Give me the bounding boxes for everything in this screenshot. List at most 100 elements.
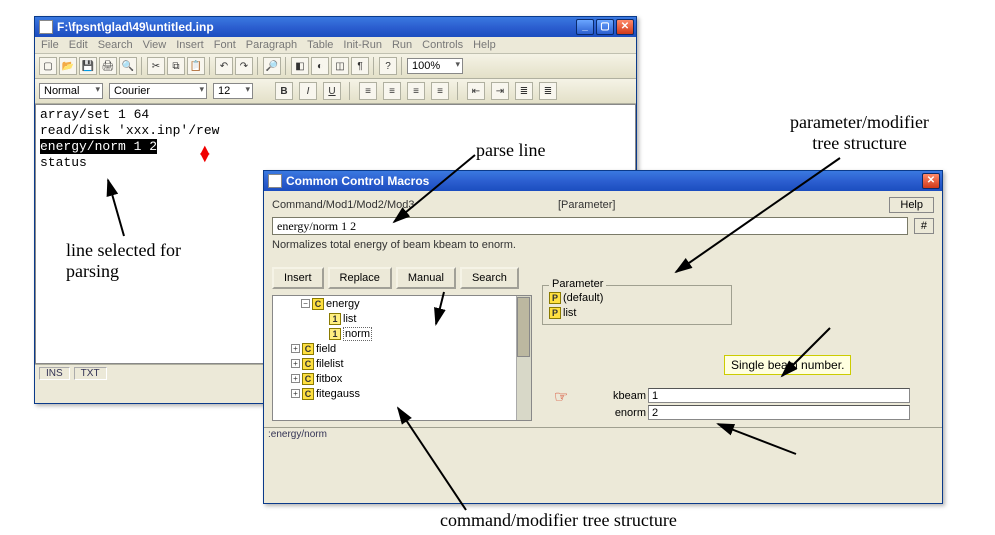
hash-button[interactable]: #	[914, 218, 934, 234]
align-justify-icon[interactable]: ≡	[431, 82, 449, 100]
menu-insert[interactable]: Insert	[176, 39, 204, 51]
align-right-icon[interactable]: ≡	[407, 82, 425, 100]
paste-icon[interactable]: 📋	[187, 57, 205, 75]
tree-node[interactable]: field	[316, 343, 336, 355]
maximize-button[interactable]: ▢	[596, 19, 614, 35]
close-button[interactable]: ✕	[616, 19, 634, 35]
separator	[349, 82, 351, 100]
italic-button[interactable]: I	[299, 82, 317, 100]
tree-node[interactable]: energy	[326, 298, 360, 310]
kbeam-input[interactable]	[648, 388, 910, 403]
tool4-icon[interactable]: ¶	[351, 57, 369, 75]
menu-table[interactable]: Table	[307, 39, 333, 51]
command-icon: C	[302, 373, 314, 385]
param-node[interactable]: list	[563, 307, 576, 319]
pointer-hand-icon: ☞	[554, 387, 568, 407]
minimize-button[interactable]: _	[576, 19, 594, 35]
expand-icon[interactable]: +	[291, 389, 300, 398]
app-icon	[39, 20, 53, 34]
menu-help[interactable]: Help	[473, 39, 496, 51]
find-icon[interactable]: 🔎	[263, 57, 281, 75]
print-icon[interactable]: 🖨	[99, 57, 117, 75]
copy-icon[interactable]: ⧉	[167, 57, 185, 75]
macros-title: Common Control Macros	[286, 174, 429, 188]
align-center-icon[interactable]: ≡	[383, 82, 401, 100]
save-icon[interactable]: 💾	[79, 57, 97, 75]
editor-titlebar[interactable]: F:\fpsnt\glad\49\untitled.inp _ ▢ ✕	[35, 17, 636, 37]
indent-dec-icon[interactable]: ⇤	[467, 82, 485, 100]
tree-node[interactable]: fitbox	[316, 373, 342, 385]
style-dropdown[interactable]: Normal	[39, 83, 103, 99]
macros-icon	[268, 174, 282, 188]
status-ins: INS	[39, 367, 70, 380]
expand-icon[interactable]: +	[291, 374, 300, 383]
parameter-icon: P	[549, 292, 561, 304]
replace-button[interactable]: Replace	[328, 267, 392, 289]
command-input[interactable]	[272, 217, 908, 235]
expand-icon[interactable]: +	[291, 359, 300, 368]
tool2-icon[interactable]: ◐	[311, 57, 329, 75]
annotation-line-selected: line selected for parsing	[66, 240, 181, 282]
manual-button[interactable]: Manual	[396, 267, 456, 289]
help-icon[interactable]: ?	[379, 57, 397, 75]
menu-file[interactable]: File	[41, 39, 59, 51]
macros-window: Common Control Macros ✕ Command/Mod1/Mod…	[263, 170, 943, 504]
menu-search[interactable]: Search	[98, 39, 133, 51]
editor-toolbar: ▢ 📂 💾 🖨 🔍 ✂ ⧉ 📋 ↶ ↷ 🔎 ◧ ◐ ◫ ¶ ? 100%	[35, 54, 636, 79]
menu-initrun[interactable]: Init-Run	[343, 39, 382, 51]
open-icon[interactable]: 📂	[59, 57, 77, 75]
tool-icon[interactable]: ◧	[291, 57, 309, 75]
kbeam-label: kbeam	[590, 390, 646, 402]
macros-close-button[interactable]: ✕	[922, 173, 940, 189]
separator	[401, 57, 403, 75]
collapse-icon[interactable]: −	[301, 299, 310, 308]
menu-run[interactable]: Run	[392, 39, 412, 51]
enorm-label: enorm	[590, 407, 646, 419]
align-left-icon[interactable]: ≡	[359, 82, 377, 100]
expand-icon[interactable]: +	[291, 344, 300, 353]
tree-node[interactable]: fitegauss	[316, 388, 360, 400]
preview-icon[interactable]: 🔍	[119, 57, 137, 75]
code-line[interactable]: array/set 1 64	[40, 107, 631, 123]
scroll-thumb[interactable]	[517, 297, 530, 357]
search-button[interactable]: Search	[460, 267, 519, 289]
new-icon[interactable]: ▢	[39, 57, 57, 75]
parameter-tree[interactable]: Parameter P (default) P list	[542, 285, 732, 325]
list2-icon[interactable]: ≣	[539, 82, 557, 100]
font-dropdown[interactable]: Courier	[109, 83, 207, 99]
menu-view[interactable]: View	[143, 39, 167, 51]
insert-button[interactable]: Insert	[272, 267, 324, 289]
command-icon: C	[302, 358, 314, 370]
list-icon[interactable]: ≣	[515, 82, 533, 100]
tool3-icon[interactable]: ◫	[331, 57, 349, 75]
cut-icon[interactable]: ✂	[147, 57, 165, 75]
menu-paragraph[interactable]: Paragraph	[246, 39, 297, 51]
separator	[285, 57, 287, 75]
tree-node-selected[interactable]: norm	[343, 327, 372, 341]
separator	[373, 57, 375, 75]
fontsize-dropdown[interactable]: 12	[213, 83, 253, 99]
tree-node[interactable]: list	[343, 313, 356, 325]
help-button[interactable]: Help	[889, 197, 934, 213]
tree-node[interactable]: filelist	[316, 358, 344, 370]
zoom-dropdown[interactable]: 100%	[407, 58, 463, 74]
menu-controls[interactable]: Controls	[422, 39, 463, 51]
undo-icon[interactable]: ↶	[215, 57, 233, 75]
tree-scrollbar[interactable]	[516, 296, 531, 420]
command-tree[interactable]: − C energy 1 list 1 norm + C	[272, 295, 532, 421]
bold-button[interactable]: B	[275, 82, 293, 100]
indent-inc-icon[interactable]: ⇥	[491, 82, 509, 100]
header-parameter: [Parameter]	[558, 199, 883, 211]
enorm-input[interactable]	[648, 405, 910, 420]
left-column: Insert Replace Manual Search − C energy …	[272, 257, 532, 421]
param-node[interactable]: (default)	[563, 292, 603, 304]
annotation-parse-line: parse line	[476, 140, 545, 161]
underline-button[interactable]: U	[323, 82, 341, 100]
code-line[interactable]: read/disk 'xxx.inp'/rew	[40, 123, 631, 139]
macros-titlebar[interactable]: Common Control Macros ✕	[264, 171, 942, 191]
modifier-icon: 1	[329, 313, 341, 325]
menu-font[interactable]: Font	[214, 39, 236, 51]
menu-edit[interactable]: Edit	[69, 39, 88, 51]
redo-icon[interactable]: ↷	[235, 57, 253, 75]
macros-body: Command/Mod1/Mod2/Mod3 [Parameter] Help …	[264, 191, 942, 427]
